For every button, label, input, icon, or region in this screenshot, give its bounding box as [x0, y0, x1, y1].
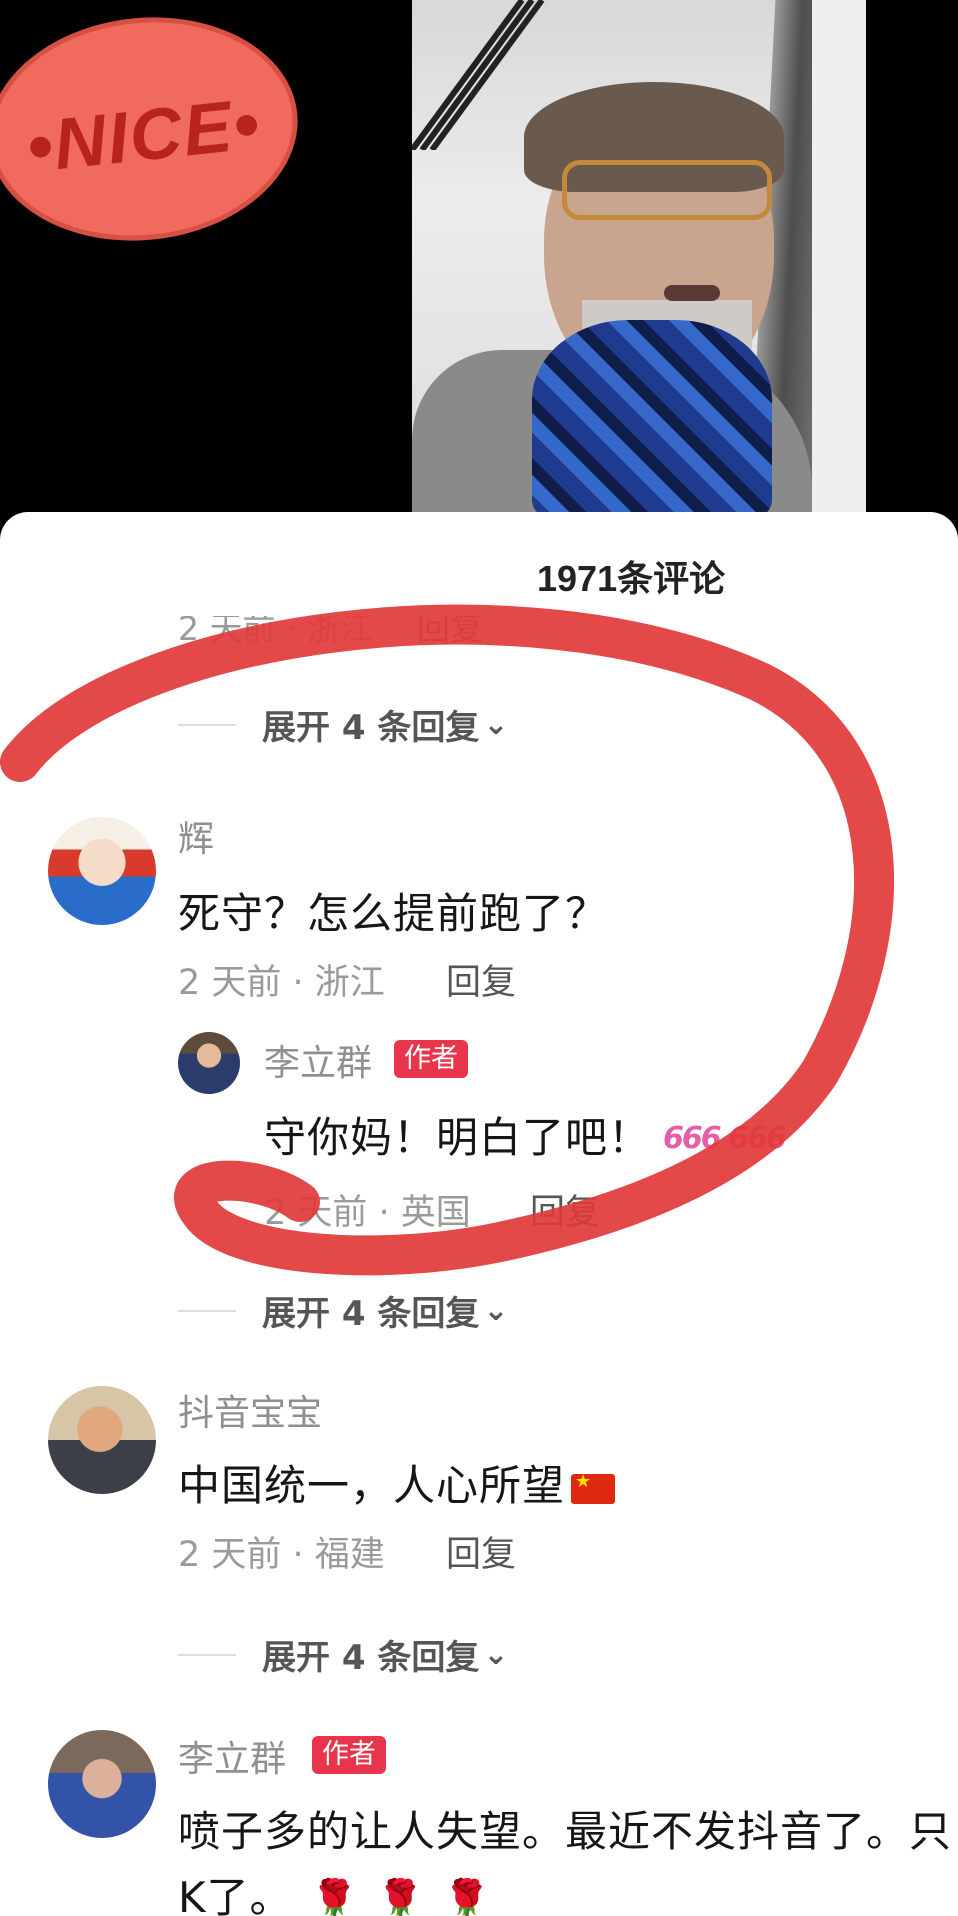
wall — [812, 0, 866, 512]
comment-author[interactable]: 辉 — [178, 810, 214, 862]
comment-text: K了。 — [178, 1873, 293, 1916]
reply-text: 守你妈！明白了吧！ — [264, 1113, 652, 1162]
divider-line — [178, 723, 236, 726]
comment-text-row: 中国统一，人心所望 — [178, 1452, 616, 1513]
nice-sticker: •NICE• — [0, 2, 309, 256]
person-scarf — [532, 320, 772, 512]
reply-button[interactable]: 回复 — [446, 1526, 516, 1577]
reply-text-row: 守你妈！明白了吧！ 666 666 — [264, 1104, 787, 1165]
avatar[interactable] — [178, 1032, 240, 1094]
divider-line — [178, 1653, 236, 1656]
chevron-down-icon: ⌄ — [483, 1293, 509, 1328]
chevron-down-icon: ⌄ — [483, 1637, 509, 1672]
avatar[interactable] — [48, 1730, 156, 1838]
chevron-down-icon: ⌄ — [483, 707, 509, 742]
nice-sticker-text: •NICE• — [22, 83, 265, 188]
comment-author[interactable]: 抖音宝宝 — [178, 1384, 322, 1436]
rose-icon: 🌹 — [310, 1877, 359, 1916]
video-player[interactable]: •NICE• — [0, 0, 958, 512]
expand-replies-label: 展开 4 条回复 — [262, 1294, 480, 1334]
author-badge: 作者 — [312, 1736, 386, 1774]
person-mouth — [664, 285, 720, 301]
comment-text: 死守？怎么提前跑了？ — [178, 889, 609, 938]
comment-sheet: 1971条评论 2 天前 · 浙江 回复 展开 4 条回复 ⌄ 辉 死守？怎么提前… — [0, 512, 958, 1916]
expand-replies-button[interactable]: 展开 4 条回复 ⌄ — [178, 700, 508, 749]
china-flag-icon — [571, 1471, 616, 1504]
divider-line — [178, 1309, 236, 1312]
avatar[interactable] — [48, 817, 156, 925]
partial-reply-button[interactable]: 回复 — [417, 616, 483, 648]
expand-replies-label: 展开 4 条回复 — [262, 1638, 480, 1678]
expand-replies-label: 展开 4 条回复 — [262, 708, 480, 748]
comment-text-row: K了。 🌹 🌹 🌹 — [178, 1864, 492, 1916]
expand-replies-button[interactable]: 展开 4 条回复 ⌄ — [178, 1286, 508, 1335]
comment-time-location: 2 天前 · 浙江 — [178, 963, 385, 1003]
video-frame — [412, 0, 866, 512]
reply-author[interactable]: 李立群 — [264, 1034, 372, 1086]
comment-text: 中国统一，人心所望 — [178, 1461, 566, 1510]
author-badge: 作者 — [394, 1040, 468, 1078]
rose-icon: 🌹 — [376, 1877, 426, 1916]
expand-replies-button[interactable]: 展开 4 条回复 ⌄ — [178, 1630, 508, 1679]
comment-time-location: 2 天前 · 福建 — [178, 1535, 385, 1575]
reply-time-location: 2 天前 · 英国 — [264, 1193, 471, 1233]
rose-icon: 🌹 — [443, 1877, 492, 1916]
emoji-666: 666 666 — [663, 1121, 787, 1156]
partial-comment-meta: 2 天前 · 浙江 回复 — [178, 616, 483, 650]
partial-time-location: 2 天前 · 浙江 — [178, 616, 373, 648]
comment-text: 喷子多的让人失望。最近不发抖音了。只 — [178, 1807, 953, 1856]
avatar[interactable] — [48, 1386, 156, 1494]
reply-button[interactable]: 回复 — [530, 1184, 600, 1235]
reply-button[interactable]: 回复 — [446, 954, 516, 1005]
comment-author[interactable]: 李立群 — [178, 1730, 286, 1782]
comment-count-title: 1971条评论 — [537, 558, 726, 599]
person-glasses — [562, 160, 772, 220]
